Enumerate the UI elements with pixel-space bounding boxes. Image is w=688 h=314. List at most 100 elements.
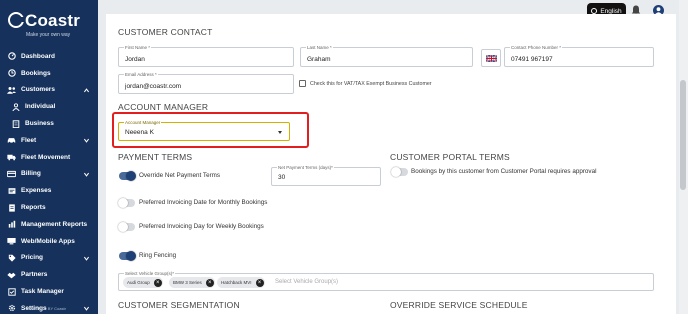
- phone-value: 07491 967197: [511, 56, 553, 63]
- chevron-down-icon: [83, 137, 90, 144]
- chevron-down-icon: [83, 171, 90, 178]
- sidebar-nav: Dashboard Bookings Customers Individual …: [0, 48, 98, 314]
- monthly-invoicing-label: Preferred Invoicing Date for Monthly Boo…: [139, 199, 268, 206]
- sidebar-item-customers[interactable]: Customers: [0, 82, 98, 99]
- apps-icon: [7, 237, 16, 246]
- sidebar-item-label: Reports: [21, 204, 46, 212]
- remove-chip-icon[interactable]: ×: [153, 278, 162, 287]
- net-payment-days-field[interactable]: Net Payment Terms (days)* 30: [271, 165, 381, 186]
- sidebar-item-label: Dashboard: [21, 52, 55, 60]
- sidebar: Coastr Make your own way Dashboard Booki…: [0, 0, 98, 314]
- portal-approval-toggle[interactable]: [391, 167, 408, 177]
- sidebar-item-label: Customers: [21, 86, 55, 94]
- sidebar-item-label: Billing: [21, 170, 41, 178]
- toggle-knob: [126, 171, 136, 181]
- expenses-icon: [7, 186, 16, 195]
- scrollbar-thumb[interactable]: [680, 80, 686, 190]
- sidebar-item-label: Pricing: [21, 254, 44, 262]
- chevron-down-icon: [83, 305, 90, 312]
- sidebar-item-reports[interactable]: Reports: [0, 199, 98, 216]
- net-payment-days-label: Net Payment Terms (days)*: [277, 165, 334, 170]
- toggle-knob: [391, 167, 401, 177]
- sidebar-item-individual[interactable]: Individual: [0, 98, 98, 115]
- coastr-logo-mark: [8, 12, 25, 28]
- highlight-annotation-box: [112, 112, 309, 148]
- email-label: Email Address *: [124, 72, 158, 77]
- task-icon: [7, 287, 16, 296]
- sidebar-item-dashboard[interactable]: Dashboard: [0, 48, 98, 65]
- vat-exempt-checkbox[interactable]: [299, 80, 306, 87]
- sidebar-item-pricing[interactable]: Pricing: [0, 250, 98, 267]
- last-name-label: Last Name *: [306, 45, 333, 50]
- management-reports-icon: [7, 220, 16, 229]
- phone-field[interactable]: Contact Phone Number * 07491 967197: [504, 45, 654, 67]
- uk-flag-selector[interactable]: [481, 49, 501, 67]
- sidebar-item-partners[interactable]: Partners: [0, 266, 98, 283]
- net-payment-days-value: 30: [278, 174, 286, 181]
- vehicle-groups-placeholder: Select Vehicle Group(s): [275, 279, 339, 285]
- account-manager-title: ACCOUNT MANAGER: [118, 102, 209, 112]
- vehicle-group-chip[interactable]: Hatchback MVI ×: [217, 277, 265, 288]
- truck-icon: [7, 153, 16, 162]
- pricing-icon: [7, 253, 16, 262]
- sidebar-item-label: Bookings: [21, 69, 51, 77]
- sidebar-item-label: Task Manager: [21, 288, 64, 296]
- first-name-field[interactable]: First Name * Jordan: [118, 45, 294, 67]
- toggle-knob: [118, 198, 128, 208]
- sidebar-item-management-reports[interactable]: Management Reports: [0, 216, 98, 233]
- building-icon: [11, 119, 20, 128]
- brand-tagline: Make your own way: [26, 32, 71, 38]
- sidebar-item-billing[interactable]: Billing: [0, 166, 98, 183]
- bookings-icon: [7, 69, 16, 78]
- sidebar-item-web-mobile-apps[interactable]: Web/Mobile Apps: [0, 233, 98, 250]
- sidebar-item-label: Individual: [25, 103, 56, 111]
- sidebar-item-label: Fleet Movement: [21, 153, 71, 161]
- brand-name: Coastr: [25, 11, 81, 30]
- sidebar-item-label: Business: [25, 120, 54, 128]
- sidebar-item-bookings[interactable]: Bookings: [0, 65, 98, 82]
- sidebar-item-expenses[interactable]: Expenses: [0, 182, 98, 199]
- coastr-logo[interactable]: Coastr Make your own way: [8, 10, 90, 40]
- vehicle-group-chip[interactable]: Audi Group ×: [123, 277, 163, 288]
- email-field[interactable]: Email Address * jordan@coastr.com: [118, 72, 294, 94]
- toggle-knob: [126, 251, 136, 261]
- toggle-knob: [118, 222, 128, 232]
- chip-label: Audi Group: [127, 280, 150, 285]
- customers-icon: [7, 85, 16, 94]
- chevron-up-icon: [83, 87, 90, 94]
- override-net-terms-toggle[interactable]: [119, 171, 136, 181]
- ring-fencing-toggle[interactable]: [119, 251, 136, 261]
- weekly-invoicing-toggle[interactable]: [118, 222, 135, 232]
- billing-icon: [7, 169, 16, 178]
- chevron-down-icon: [83, 255, 90, 262]
- sidebar-item-fleet[interactable]: Fleet: [0, 132, 98, 149]
- person-icon: [11, 102, 20, 111]
- sidebar-item-business[interactable]: Business: [0, 115, 98, 132]
- sidebar-item-label: Management Reports: [21, 220, 88, 228]
- vehicle-groups-select[interactable]: Select Vehicle Group(s)* Audi Group × BM…: [118, 271, 654, 291]
- settings-icon: [7, 304, 16, 313]
- sidebar-item-task-manager[interactable]: Task Manager: [0, 283, 98, 300]
- first-name-value: Jordan: [125, 56, 145, 63]
- monthly-invoicing-toggle[interactable]: [118, 198, 135, 208]
- email-value: jordan@coastr.com: [125, 83, 182, 90]
- last-name-field[interactable]: Last Name * Graham: [300, 45, 473, 67]
- sidebar-item-fleet-movement[interactable]: Fleet Movement: [0, 149, 98, 166]
- last-name-value: Graham: [307, 56, 331, 63]
- customer-portal-title: CUSTOMER PORTAL TERMS: [390, 152, 510, 162]
- ring-fencing-label: Ring Fencing: [139, 252, 177, 259]
- vat-exempt-label: Check this for VAT/TAX Exempt Business C…: [310, 81, 432, 87]
- car-icon: [7, 136, 16, 145]
- first-name-label: First Name *: [124, 45, 152, 50]
- dashboard-icon: [7, 52, 16, 61]
- remove-chip-icon[interactable]: ×: [255, 278, 264, 287]
- phone-label: Contact Phone Number *: [510, 45, 563, 50]
- sidebar-item-label: Partners: [21, 271, 48, 279]
- payment-terms-title: PAYMENT TERMS: [118, 152, 193, 162]
- override-service-title: OVERRIDE SERVICE SCHEDULE: [390, 300, 528, 310]
- customer-contact-title: CUSTOMER CONTACT: [118, 27, 213, 37]
- remove-chip-icon[interactable]: ×: [205, 278, 214, 287]
- vehicle-group-chip[interactable]: BMW 3 Series ×: [169, 277, 215, 288]
- sidebar-item-label: Fleet: [21, 136, 37, 144]
- powered-by: POWERED BY Coastr: [26, 306, 66, 311]
